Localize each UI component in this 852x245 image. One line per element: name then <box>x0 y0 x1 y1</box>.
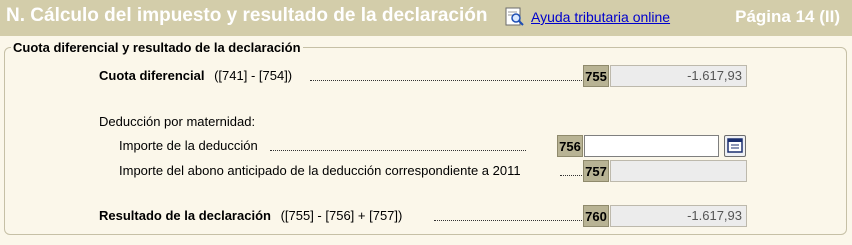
cuota-label: Cuota diferencial <box>99 68 205 83</box>
calculator-icon <box>727 138 743 153</box>
importe-field[interactable] <box>584 135 719 157</box>
help-link[interactable]: Ayuda tributaria online <box>531 9 670 25</box>
cuota-formula: ([741] - [754]) <box>214 68 293 83</box>
code-756: 756 <box>557 135 583 157</box>
leader-dots <box>270 149 526 151</box>
leader-dots <box>560 174 582 176</box>
resultado-formula: ([755] - [756] + [757]) <box>280 208 403 223</box>
code-755: 755 <box>583 65 609 87</box>
section-title: Cuota diferencial y resultado de la decl… <box>11 40 303 55</box>
abono-label: Importe del abono anticipado de la deduc… <box>119 162 523 180</box>
code-760: 760 <box>583 205 609 227</box>
importe-label: Importe de la deducción <box>119 137 260 155</box>
calculator-button[interactable] <box>724 135 746 157</box>
code-757: 757 <box>583 160 609 182</box>
resultado-label-group: Resultado de la declaración ([755] - [75… <box>99 207 405 225</box>
cuota-field: -1.617,93 <box>610 65 747 87</box>
abono-field <box>610 160 747 182</box>
maternidad-heading: Deducción por maternidad: <box>99 113 258 131</box>
section-title-header: N. Cálculo del impuesto y resultado de l… <box>6 5 488 26</box>
help-magnifier-icon[interactable] <box>505 7 525 27</box>
resultado-label: Resultado de la declaración <box>99 208 271 223</box>
page-indicator: Página 14 (II) <box>735 7 840 26</box>
leader-dots <box>434 219 582 221</box>
leader-dots <box>310 79 582 81</box>
cuota-label-group: Cuota diferencial ([741] - [754]) <box>99 67 295 85</box>
section-header: N. Cálculo del impuesto y resultado de l… <box>0 0 852 36</box>
resultado-field: -1.617,93 <box>610 205 747 227</box>
